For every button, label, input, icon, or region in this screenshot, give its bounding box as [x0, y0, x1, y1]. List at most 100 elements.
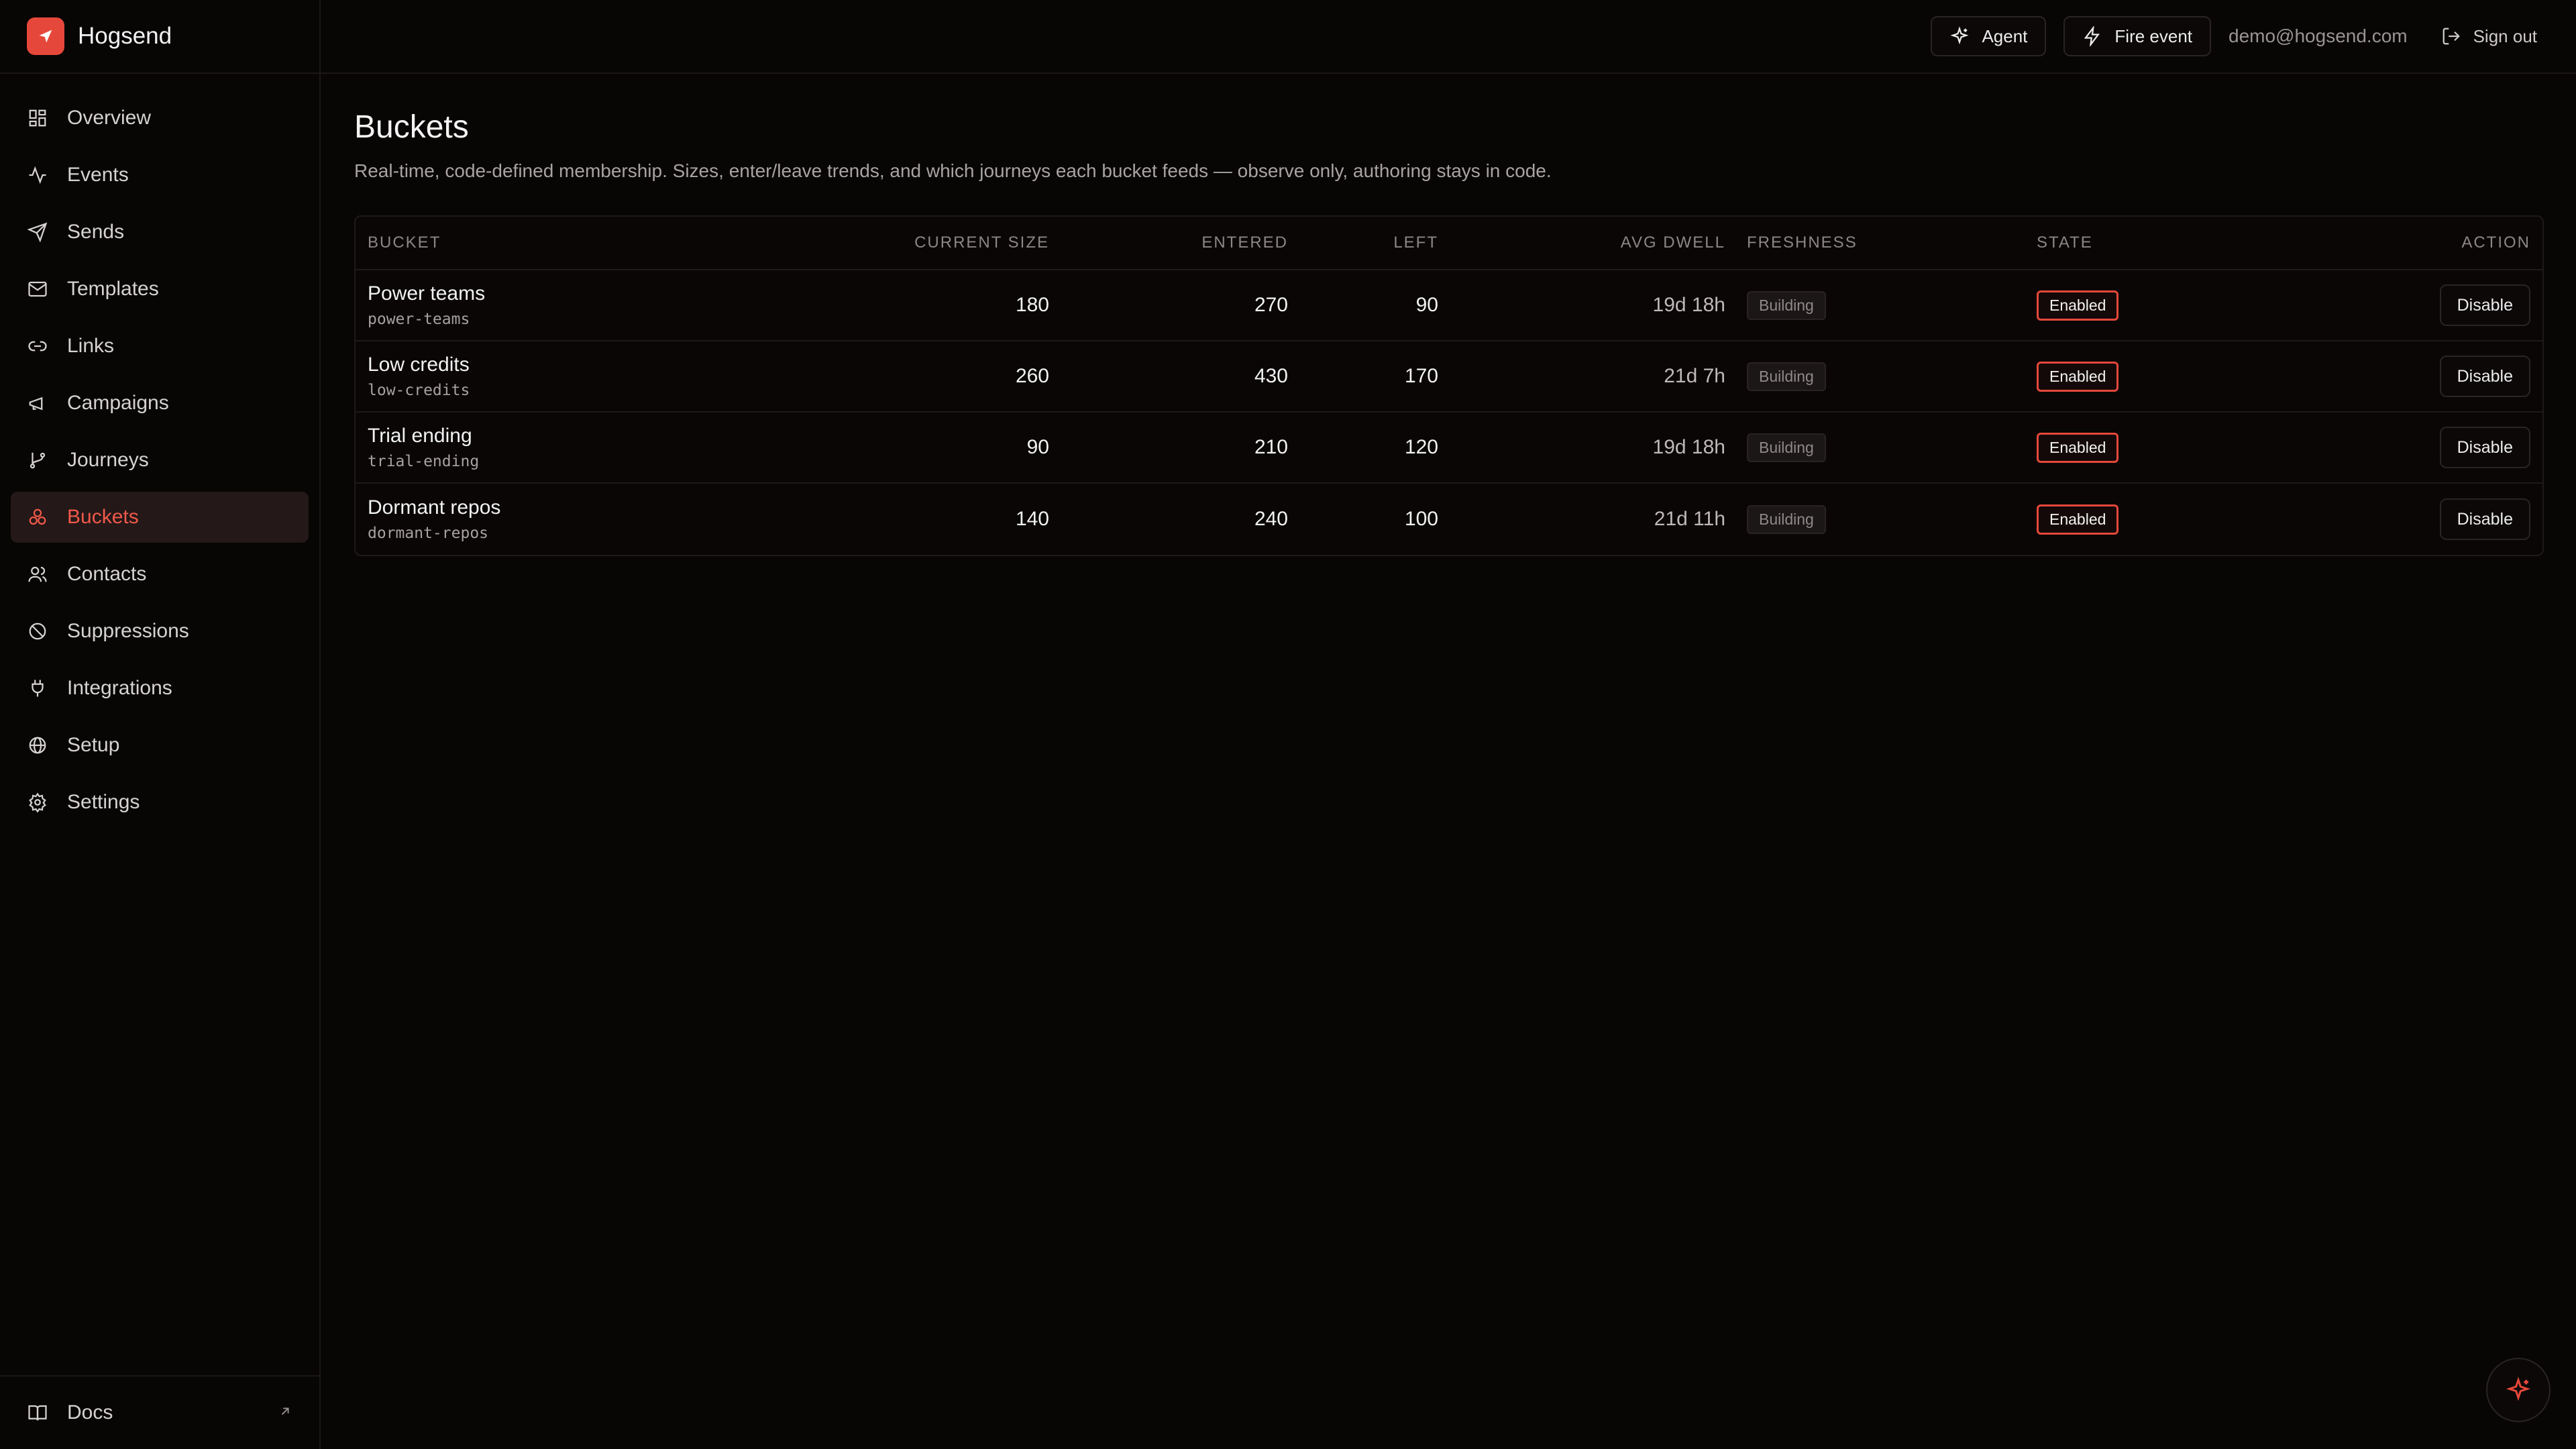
bucket-name: Dormant repos — [368, 496, 501, 519]
disable-button[interactable]: Disable — [2439, 284, 2530, 326]
bucket-cell: Dormant repos dormant-repos — [368, 496, 898, 542]
avg-dwell: 21d 11h — [1654, 508, 1725, 530]
sidebar-item-contacts[interactable]: Contacts — [11, 549, 309, 600]
sidebar-item-templates[interactable]: Templates — [11, 264, 309, 315]
plug-icon — [27, 678, 48, 699]
megaphone-icon — [27, 392, 48, 414]
action-cell: Disable — [2385, 284, 2530, 326]
sidebar-item-label: Journeys — [67, 449, 149, 471]
table-row[interactable]: Low credits low-credits 260 430 170 21d … — [356, 341, 2542, 413]
left-count: 120 — [1404, 436, 1438, 458]
user-email: demo@hogsend.com — [2229, 25, 2408, 46]
table-row[interactable]: Dormant repos dormant-repos 140 240 100 … — [356, 484, 2542, 555]
action-cell: Disable — [2385, 356, 2530, 397]
bucket-cell: Low credits low-credits — [368, 354, 898, 399]
bucket-slug: power-teams — [368, 311, 470, 328]
avg-dwell: 19d 18h — [1652, 294, 1725, 316]
sidebar-nav: Overview Events Sends Templates Links Ca… — [0, 74, 319, 834]
column-freshness: FRESHNESS — [1747, 233, 1858, 252]
column-current-size: CURRENT SIZE — [914, 233, 1049, 252]
sidebar-item-suppressions[interactable]: Suppressions — [11, 606, 309, 657]
avg-dwell: 19d 18h — [1652, 436, 1725, 458]
sign-out-button[interactable]: Sign out — [2441, 26, 2537, 47]
column-left: LEFT — [1393, 233, 1438, 252]
column-avg-dwell: AVG DWELL — [1620, 233, 1725, 252]
column-state: STATE — [2037, 233, 2093, 252]
page-content: Buckets Real-time, code-defined membersh… — [321, 74, 2576, 556]
action-cell: Disable — [2385, 427, 2530, 468]
left-count: 170 — [1404, 365, 1438, 387]
page-description: Real-time, code-defined membership. Size… — [354, 160, 1552, 181]
freshness-badge: Building — [1747, 433, 1826, 462]
send-icon — [27, 17, 64, 55]
brand[interactable]: Hogsend — [0, 0, 319, 74]
entered-count: 430 — [1254, 365, 1288, 387]
sidebar-item-overview[interactable]: Overview — [11, 93, 309, 144]
table-header: BUCKET CURRENT SIZE ENTERED LEFT AVG DWE… — [356, 217, 2542, 270]
disable-button[interactable]: Disable — [2439, 498, 2530, 540]
column-action: ACTION — [2461, 233, 2530, 252]
table-row[interactable]: Trial ending trial-ending 90 210 120 19d… — [356, 413, 2542, 484]
sidebar: Hogsend Overview Events Sends Templates … — [0, 0, 321, 1449]
freshness-badge: Building — [1747, 362, 1826, 391]
mail-icon — [27, 278, 48, 300]
link-icon — [27, 335, 48, 357]
git-branch-icon — [27, 449, 48, 471]
state-badge: Enabled — [2037, 432, 2119, 463]
users-icon — [27, 564, 48, 585]
sidebar-item-label: Links — [67, 335, 115, 357]
brand-name: Hogsend — [78, 23, 172, 49]
state-badge: Enabled — [2037, 361, 2119, 392]
bucket-slug: trial-ending — [368, 453, 480, 470]
main: Agent Fire event demo@hogsend.com Sign o… — [321, 0, 2576, 1449]
gear-icon — [27, 792, 48, 813]
bucket-name: Low credits — [368, 354, 470, 376]
disable-button[interactable]: Disable — [2439, 356, 2530, 397]
entered-count: 240 — [1254, 508, 1288, 530]
sparkle-icon — [1950, 26, 1970, 45]
freshness-cell: Building — [1725, 504, 2037, 534]
sidebar-item-setup[interactable]: Setup — [11, 720, 309, 771]
sidebar-item-events[interactable]: Events — [11, 150, 309, 201]
grid-icon — [27, 107, 48, 129]
bucket-cell: Power teams power-teams — [368, 282, 898, 328]
bucket-slug: low-credits — [368, 382, 470, 399]
sidebar-item-settings[interactable]: Settings — [11, 777, 309, 828]
state-badge: Enabled — [2037, 290, 2119, 321]
buckets-icon — [27, 506, 48, 528]
state-cell: Enabled — [2037, 432, 2385, 463]
sidebar-item-journeys[interactable]: Journeys — [11, 435, 309, 486]
disable-button[interactable]: Disable — [2439, 427, 2530, 468]
zap-icon — [2084, 26, 2100, 46]
sidebar-item-campaigns[interactable]: Campaigns — [11, 378, 309, 429]
freshness-badge: Building — [1747, 504, 1826, 534]
sidebar-item-label: Sends — [67, 221, 125, 243]
sign-out-label: Sign out — [2473, 25, 2537, 46]
sidebar-item-buckets[interactable]: Buckets — [11, 492, 309, 543]
sidebar-item-integrations[interactable]: Integrations — [11, 663, 309, 714]
table-row[interactable]: Power teams power-teams 180 270 90 19d 1… — [356, 270, 2542, 341]
app-root: Hogsend Overview Events Sends Templates … — [0, 0, 2576, 1449]
bucket-name: Trial ending — [368, 425, 472, 447]
sidebar-item-label: Events — [67, 164, 129, 186]
sidebar-item-links[interactable]: Links — [11, 321, 309, 372]
entered-count: 270 — [1254, 294, 1288, 316]
agent-button[interactable]: Agent — [1931, 16, 2047, 56]
sidebar-item-label: Overview — [67, 107, 152, 129]
avg-dwell: 21d 7h — [1664, 365, 1725, 387]
assistant-fab[interactable] — [2486, 1358, 2551, 1422]
action-cell: Disable — [2385, 498, 2530, 540]
sidebar-item-sends[interactable]: Sends — [11, 207, 309, 258]
sidebar-item-label: Setup — [67, 734, 120, 756]
sparkle-icon — [2506, 1377, 2531, 1401]
globe-icon — [27, 735, 48, 756]
sidebar-item-label: Docs — [67, 1401, 113, 1424]
book-icon — [27, 1402, 48, 1424]
fire-event-button[interactable]: Fire event — [2063, 16, 2212, 56]
send-icon — [27, 221, 48, 243]
sidebar-item-label: Campaigns — [67, 392, 169, 414]
bucket-cell: Trial ending trial-ending — [368, 425, 898, 470]
sidebar-item-label: Integrations — [67, 677, 172, 699]
sidebar-item-docs[interactable]: Docs — [0, 1375, 319, 1449]
activity-icon — [27, 164, 48, 186]
